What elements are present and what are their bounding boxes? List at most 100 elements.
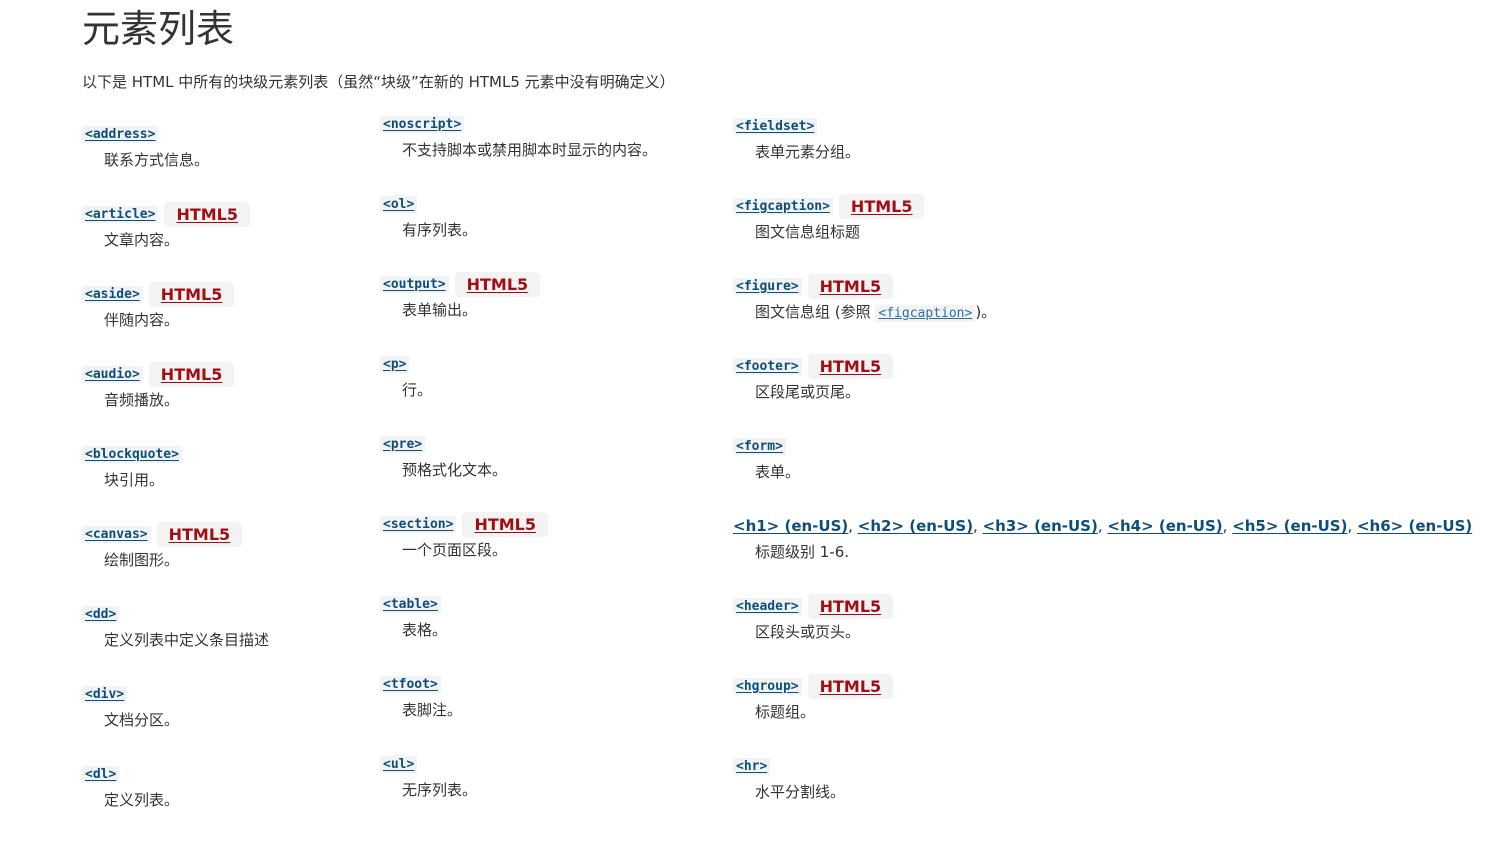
html5-badge[interactable]: HTML5 (807, 593, 894, 619)
element-term: <aside> HTML5 (82, 281, 235, 307)
heading-links: <h1> (en-US), <h2> (en-US), <h3> (en-US)… (733, 517, 1472, 535)
element-description: 定义列表中定义条目描述 (104, 631, 270, 649)
element-term: <div> (82, 682, 128, 706)
element-tag-link[interactable]: <blockquote> (82, 445, 182, 463)
element-tag-link[interactable]: <ul> (380, 755, 418, 773)
element-description: 图文信息组标题 (755, 223, 861, 241)
element-term: <ul> (380, 752, 418, 776)
element-term: <article> HTML5 (82, 201, 251, 227)
element-description: 水平分割线。 (755, 783, 846, 801)
element-description: 图文信息组 (参照 <figcaption>)。 (755, 302, 996, 324)
element-tag-link[interactable]: <header> (733, 597, 802, 615)
html5-badge[interactable]: HTML5 (164, 201, 251, 227)
element-description: 定义列表。 (104, 791, 180, 809)
element-term: <footer> HTML5 (733, 353, 894, 379)
element-term: <blockquote> (82, 442, 182, 466)
element-term: <section> HTML5 (380, 511, 549, 537)
element-term: <noscript> (380, 112, 465, 136)
html5-badge[interactable]: HTML5 (838, 193, 925, 219)
element-tag-link[interactable]: <article> (82, 205, 159, 223)
element-tag-link[interactable]: <noscript> (380, 115, 465, 133)
element-tag-link[interactable]: <dl> (82, 765, 120, 783)
element-entry: <header> HTML5 区段头或页头。 (733, 593, 1373, 674)
element-tag-link[interactable]: <footer> (733, 357, 802, 375)
element-tag-link[interactable]: <p> (380, 355, 410, 373)
element-tag-link[interactable]: <hgroup> (733, 677, 802, 695)
element-term: <fieldset> (733, 114, 818, 138)
element-description: 区段尾或页尾。 (755, 383, 861, 401)
html5-badge[interactable]: HTML5 (807, 353, 894, 379)
element-tag-link[interactable]: <section> (380, 515, 457, 533)
element-tag-link[interactable]: <aside> (82, 285, 143, 303)
element-tag-link[interactable]: <address> (82, 125, 159, 143)
html5-badge[interactable]: HTML5 (454, 271, 541, 297)
element-entry: <hgroup> HTML5 标题组。 (733, 673, 1373, 754)
element-tag-link[interactable]: <figcaption> (733, 197, 833, 215)
element-description: 表格。 (402, 621, 448, 639)
element-entry: <footer> HTML5 区段尾或页尾。 (733, 353, 1373, 434)
element-term: <form> (733, 434, 786, 458)
element-column-3: <fieldset> 表单元素分组。 <figcaption> HTML5 图文信息组标… (733, 114, 1472, 834)
element-description: 绘制图形。 (104, 551, 180, 569)
heading-element-link[interactable]: <h1> (en-US) (733, 517, 848, 535)
html5-badge[interactable]: HTML5 (156, 521, 243, 547)
heading-element-link[interactable]: <h4> (en-US) (1107, 517, 1222, 535)
html5-badge[interactable]: HTML5 (807, 273, 894, 299)
element-entry: <hr> 水平分割线。 (733, 754, 1373, 834)
separator: , (1222, 517, 1233, 535)
element-description: 预格式化文本。 (402, 461, 508, 479)
element-tag-link[interactable]: <canvas> (82, 525, 151, 543)
element-tag-link[interactable]: <div> (82, 685, 128, 703)
element-term: <audio> HTML5 (82, 361, 235, 387)
figcaption-link[interactable]: <figcaption> (875, 305, 976, 322)
element-entry: <figcaption> HTML5 图文信息组标题 (733, 193, 1373, 274)
element-entry: <h1> (en-US), <h2> (en-US), <h3> (en-US)… (733, 514, 1472, 594)
html5-badge[interactable]: HTML5 (148, 361, 235, 387)
element-tag-link[interactable]: <ol> (380, 195, 418, 213)
html5-badge[interactable]: HTML5 (807, 673, 894, 699)
element-tag-link[interactable]: <output> (380, 275, 449, 293)
element-tag-link[interactable]: <audio> (82, 365, 143, 383)
element-entry: <fieldset> 表单元素分组。 (733, 114, 1373, 194)
element-tag-link[interactable]: <figure> (733, 277, 802, 295)
element-term: <h1> (en-US), <h2> (en-US), <h3> (en-US)… (733, 514, 1472, 538)
element-tag-link[interactable]: <fieldset> (733, 117, 818, 135)
separator: , (1347, 517, 1357, 535)
element-term: <output> HTML5 (380, 271, 541, 297)
element-description: 行。 (402, 381, 433, 399)
element-description: 表单元素分组。 (755, 143, 861, 161)
element-description: 文章内容。 (104, 231, 180, 249)
element-description: 联系方式信息。 (104, 151, 210, 169)
heading-element-link[interactable]: <h5> (en-US) (1232, 517, 1347, 535)
element-term: <pre> (380, 432, 426, 456)
element-description: 有序列表。 (402, 221, 478, 239)
element-term: <header> HTML5 (733, 593, 894, 619)
element-term: <dl> (82, 762, 120, 786)
heading-element-link[interactable]: <h2> (en-US) (858, 517, 973, 535)
element-tag-link[interactable]: <tfoot> (380, 675, 441, 693)
element-tag-link[interactable]: <hr> (733, 757, 771, 775)
separator: , (848, 517, 858, 535)
element-tag-link[interactable]: <table> (380, 595, 441, 613)
element-tag-link[interactable]: <dd> (82, 605, 120, 623)
element-term: <hr> (733, 754, 771, 778)
element-term: <hgroup> HTML5 (733, 673, 894, 699)
element-description: 块引用。 (104, 471, 165, 489)
element-description: 不支持脚本或禁用脚本时显示的内容。 (402, 141, 658, 159)
element-tag-link[interactable]: <form> (733, 437, 786, 455)
element-description: 区段头或页头。 (755, 623, 861, 641)
separator: , (1097, 517, 1108, 535)
element-term: <address> (82, 122, 159, 146)
element-description: 文档分区。 (104, 711, 180, 729)
heading-element-link[interactable]: <h6> (en-US) (1357, 517, 1472, 535)
heading-element-link[interactable]: <h3> (en-US) (983, 517, 1098, 535)
element-term: <table> (380, 592, 441, 616)
html5-badge[interactable]: HTML5 (148, 281, 235, 307)
element-description: 音频播放。 (104, 391, 180, 409)
element-term: <dd> (82, 602, 120, 626)
html5-badge[interactable]: HTML5 (462, 511, 549, 537)
element-tag-link[interactable]: <pre> (380, 435, 426, 453)
separator: , (973, 517, 983, 535)
element-term: <p> (380, 352, 410, 376)
element-description: 一个页面区段。 (402, 541, 508, 559)
